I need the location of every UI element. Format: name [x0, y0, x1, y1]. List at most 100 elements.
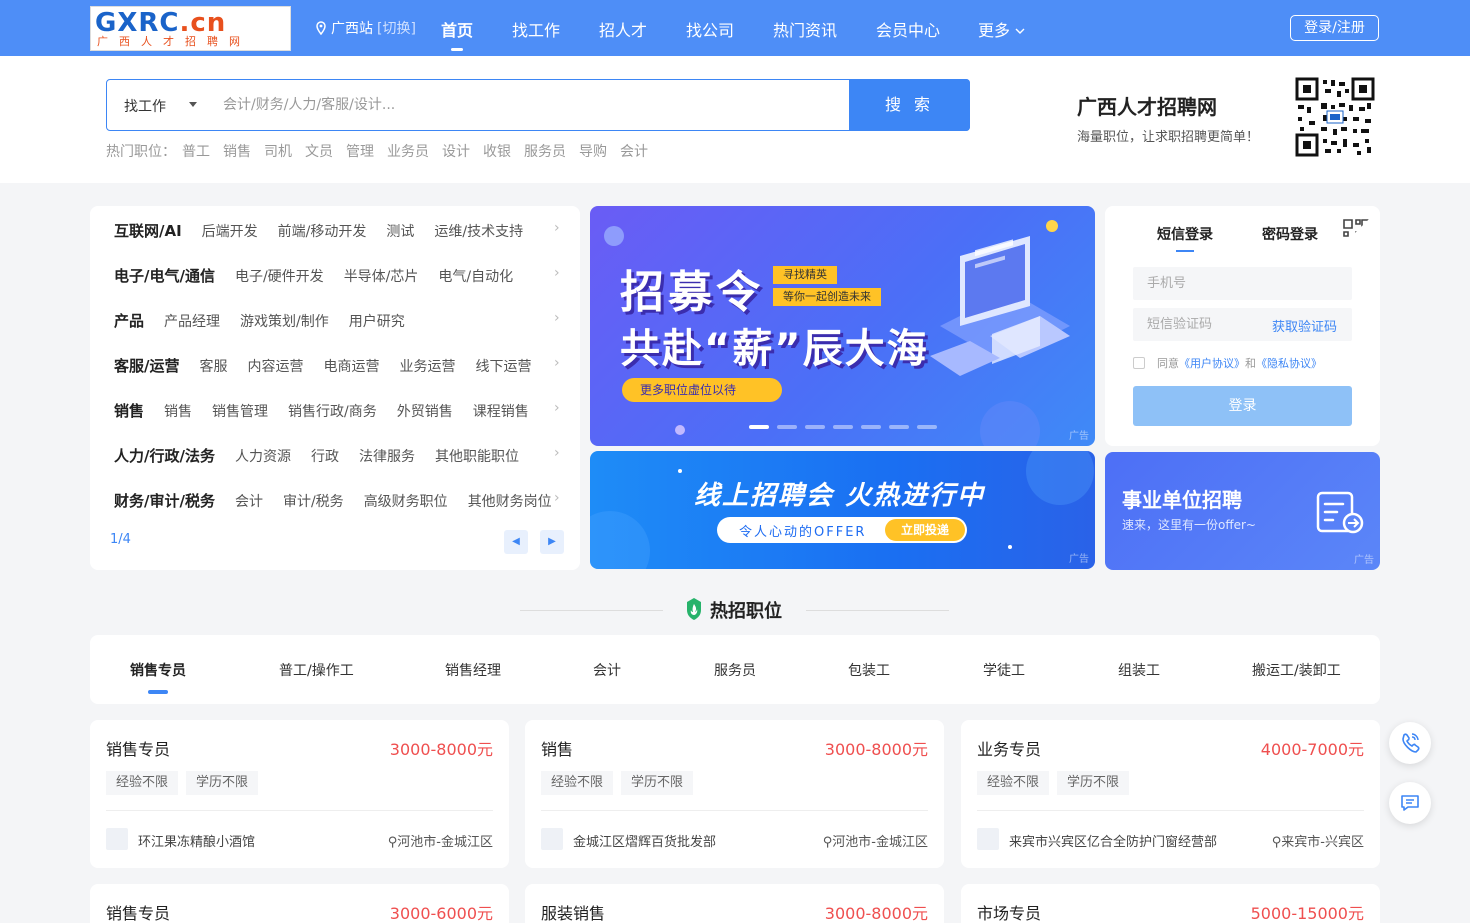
- category-item[interactable]: 法律服务: [359, 449, 415, 465]
- carousel-dot[interactable]: [749, 425, 769, 429]
- carousel-dot[interactable]: [917, 425, 937, 429]
- prev-page-button[interactable]: ◀: [504, 530, 528, 554]
- search-type-select[interactable]: 找工作: [124, 96, 166, 116]
- tab-porter[interactable]: 搬运工/装卸工: [1252, 660, 1341, 680]
- category-title[interactable]: 人力/行政/法务: [114, 447, 215, 465]
- category-row[interactable]: 电子/电气/通信 电子/硬件开发 半导体/芯片 电气/自动化 ›: [114, 265, 564, 285]
- category-item[interactable]: 游戏策划/制作: [240, 314, 329, 330]
- location-switch[interactable]: 广西站 [切换]: [315, 18, 416, 38]
- hot-keyword[interactable]: 普工: [182, 144, 210, 160]
- category-item[interactable]: 电气/自动化: [438, 269, 513, 285]
- job-title[interactable]: 业务专员: [977, 736, 1041, 760]
- location-switch-link[interactable]: [切换]: [377, 18, 416, 38]
- chevron-right-icon[interactable]: ›: [554, 445, 560, 461]
- hot-keyword[interactable]: 服务员: [524, 144, 566, 160]
- qr-login-icon[interactable]: [1342, 218, 1370, 246]
- tab-password-login[interactable]: 密码登录: [1262, 224, 1318, 244]
- get-code-button[interactable]: 获取验证码: [1272, 316, 1337, 335]
- nav-news[interactable]: 热门资讯: [773, 17, 837, 41]
- category-item[interactable]: 运维/技术支持: [434, 224, 523, 240]
- nav-find-company[interactable]: 找公司: [686, 17, 734, 41]
- category-item[interactable]: 审计/税务: [283, 494, 344, 510]
- tab-packer[interactable]: 包装工: [848, 660, 890, 680]
- next-page-button[interactable]: ▶: [540, 530, 564, 554]
- public-institution-banner[interactable]: 事业单位招聘 速来，这里有一份offer~ 广告: [1105, 452, 1380, 570]
- tab-sales-specialist[interactable]: 销售专员: [130, 660, 186, 694]
- category-item[interactable]: 后端开发: [202, 224, 258, 240]
- category-item[interactable]: 业务运营: [399, 359, 455, 375]
- category-row[interactable]: 销售 销售 销售管理 销售行政/商务 外贸销售 课程销售 ›: [114, 400, 564, 420]
- hot-keyword[interactable]: 管理: [346, 144, 374, 160]
- category-item[interactable]: 外贸销售: [397, 404, 453, 420]
- chevron-right-icon[interactable]: ›: [554, 400, 560, 416]
- nav-more[interactable]: 更多: [978, 17, 1026, 41]
- hot-keyword[interactable]: 文员: [305, 144, 333, 160]
- chevron-right-icon[interactable]: ›: [554, 490, 560, 506]
- hot-keyword[interactable]: 导购: [579, 144, 607, 160]
- banner-cta-button[interactable]: 更多职位虚位以待: [622, 378, 782, 402]
- category-item[interactable]: 高级财务职位: [364, 494, 448, 510]
- user-agreement-link[interactable]: 《用户协议》: [1179, 355, 1245, 371]
- login-register-button[interactable]: 登录/注册: [1290, 15, 1379, 41]
- phone-input[interactable]: [1133, 267, 1352, 300]
- category-item[interactable]: 其他职能职位: [435, 449, 519, 465]
- agree-checkbox[interactable]: [1133, 357, 1145, 369]
- carousel-dot[interactable]: [833, 425, 853, 429]
- hot-keyword[interactable]: 司机: [264, 144, 292, 160]
- category-title[interactable]: 客服/运营: [114, 357, 179, 375]
- nav-member[interactable]: 会员中心: [876, 17, 940, 41]
- category-item[interactable]: 电子/硬件开发: [235, 269, 324, 285]
- tab-sms-login[interactable]: 短信登录: [1157, 224, 1213, 252]
- search-button[interactable]: 搜 索: [849, 79, 970, 131]
- category-title[interactable]: 电子/电气/通信: [114, 267, 215, 285]
- category-item[interactable]: 产品经理: [164, 314, 220, 330]
- category-title[interactable]: 财务/审计/税务: [114, 492, 215, 510]
- caret-down-icon[interactable]: [189, 102, 197, 107]
- privacy-link[interactable]: 《隐私协议》: [1256, 355, 1322, 371]
- job-title[interactable]: 销售专员: [106, 736, 170, 760]
- carousel-dot[interactable]: [805, 425, 825, 429]
- category-item[interactable]: 前端/移动开发: [278, 224, 367, 240]
- category-item[interactable]: 电商运营: [323, 359, 379, 375]
- category-item[interactable]: 测试: [386, 224, 414, 240]
- company-name[interactable]: 环江果冻精酿小酒馆: [138, 831, 255, 850]
- hot-keyword[interactable]: 销售: [223, 144, 251, 160]
- category-item[interactable]: 用户研究: [349, 314, 405, 330]
- site-logo[interactable]: GXRC.cn 广西人才招聘网: [90, 6, 291, 51]
- category-item[interactable]: 内容运营: [247, 359, 303, 375]
- tab-accountant[interactable]: 会计: [593, 660, 621, 680]
- job-card[interactable]: 服装销售 3000-8000元: [525, 884, 944, 923]
- chevron-right-icon[interactable]: ›: [554, 265, 560, 281]
- category-row[interactable]: 人力/行政/法务 人力资源 行政 法律服务 其他职能职位 ›: [114, 445, 564, 465]
- job-card[interactable]: 销售 3000-8000元 经验不限 学历不限 金城江区熠辉百货批发部 ⚲河池市…: [525, 720, 944, 868]
- category-item[interactable]: 销售行政/商务: [288, 404, 377, 420]
- category-item[interactable]: 课程销售: [473, 404, 529, 420]
- chevron-right-icon[interactable]: ›: [554, 355, 560, 371]
- job-fair-banner[interactable]: 线上招聘会 火热进行中 令人心动的OFFER 立即投递 广告: [590, 451, 1095, 569]
- category-title[interactable]: 互联网/AI: [114, 222, 182, 240]
- category-item[interactable]: 人力资源: [235, 449, 291, 465]
- main-carousel-banner[interactable]: 招募令 寻找精英 等你一起创造未来 共赴“薪”辰大海 更多职位虚位以待 广告: [590, 206, 1095, 446]
- category-row[interactable]: 互联网/AI 后端开发 前端/移动开发 测试 运维/技术支持 ›: [114, 220, 564, 240]
- category-item[interactable]: 半导体/芯片: [344, 269, 419, 285]
- phone-float-button[interactable]: [1389, 722, 1431, 764]
- category-title[interactable]: 销售: [114, 402, 144, 420]
- company-name[interactable]: 来宾市兴宾区亿合全防护门窗经营部: [1009, 831, 1217, 850]
- chevron-right-icon[interactable]: ›: [554, 220, 560, 236]
- category-item[interactable]: 行政: [311, 449, 339, 465]
- job-title[interactable]: 市场专员: [977, 900, 1041, 923]
- job-title[interactable]: 销售专员: [106, 900, 170, 923]
- category-item[interactable]: 其他财务岗位: [468, 494, 552, 510]
- hot-keyword[interactable]: 设计: [442, 144, 470, 160]
- hot-keyword[interactable]: 会计: [620, 144, 648, 160]
- nav-find-talent[interactable]: 招人才: [599, 17, 647, 41]
- category-row[interactable]: 财务/审计/税务 会计 审计/税务 高级财务职位 其他财务岗位 ›: [114, 490, 564, 510]
- category-row[interactable]: 产品 产品经理 游戏策划/制作 用户研究 ›: [114, 310, 564, 330]
- category-item[interactable]: 会计: [235, 494, 263, 510]
- category-title[interactable]: 产品: [114, 312, 144, 330]
- job-card[interactable]: 业务专员 4000-7000元 经验不限 学历不限 来宾市兴宾区亿合全防护门窗经…: [961, 720, 1380, 868]
- apply-now-button[interactable]: 立即投递: [885, 519, 965, 541]
- job-card[interactable]: 销售专员 3000-8000元 经验不限 学历不限 环江果冻精酿小酒馆 ⚲河池市…: [90, 720, 509, 868]
- tab-apprentice[interactable]: 学徒工: [983, 660, 1025, 680]
- hot-keyword[interactable]: 业务员: [387, 144, 429, 160]
